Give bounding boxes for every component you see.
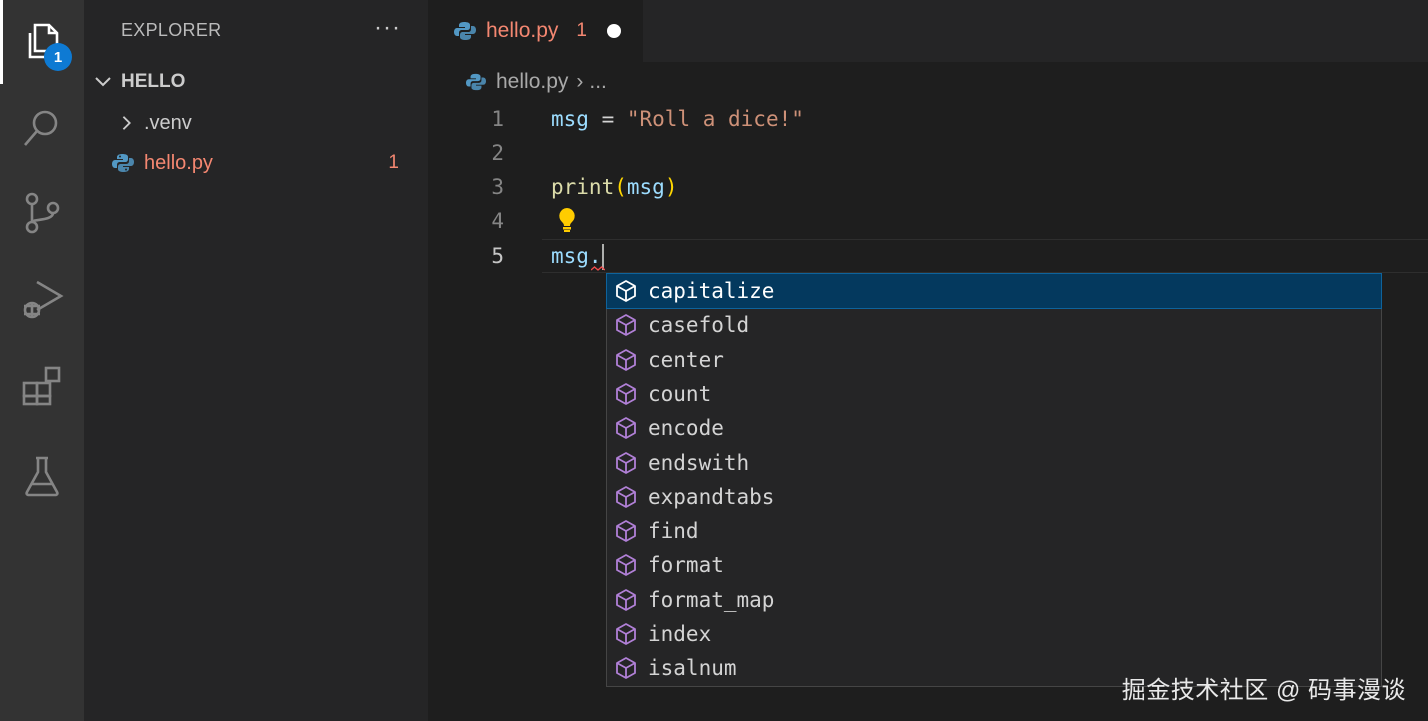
method-cube-icon <box>616 314 636 337</box>
suggestion-item[interactable]: center <box>607 343 1381 377</box>
suggestion-item[interactable]: encode <box>607 411 1381 445</box>
method-cube-icon <box>616 348 636 371</box>
tab-problem-count: 1 <box>576 20 587 41</box>
suggestion-label: center <box>648 347 724 372</box>
explorer-button[interactable]: 1 <box>0 0 84 84</box>
unsaved-dot-icon[interactable] <box>606 24 621 38</box>
line-number: 3 <box>491 175 504 199</box>
code-line: 4 <box>428 204 1428 238</box>
breadcrumb-more[interactable]: ... <box>589 70 607 94</box>
suggestion-label: count <box>648 381 712 406</box>
tree-item-label: .venv <box>144 111 192 134</box>
source-control-icon <box>25 192 60 234</box>
run-debug-button[interactable] <box>0 257 84 341</box>
chevron-right-icon <box>122 116 131 130</box>
breadcrumb-file[interactable]: hello.py <box>496 70 568 94</box>
tab-label: hello.py <box>486 19 559 42</box>
method-cube-icon <box>616 657 636 680</box>
suggestion-item[interactable]: count <box>607 377 1381 411</box>
code-line: 1 msg = "Roll a dice!" <box>428 102 1428 136</box>
folder-hello[interactable]: HELLO <box>84 62 428 102</box>
method-cube-icon <box>616 554 636 577</box>
run-debug-icon <box>23 280 64 319</box>
method-cube-icon <box>616 417 636 440</box>
tab-bar: hello.py 1 <box>428 0 1428 62</box>
suggestion-label: format_map <box>648 587 775 612</box>
search-icon <box>24 110 58 146</box>
source-control-button[interactable] <box>0 171 84 255</box>
explorer-badge: 1 <box>44 43 72 71</box>
suggestion-item[interactable]: expandtabs <box>607 480 1381 514</box>
suggestion-label: format <box>648 553 724 578</box>
method-cube-icon <box>616 485 636 508</box>
python-file-icon <box>112 154 134 172</box>
method-cube-icon <box>616 451 636 474</box>
token-paren: ( <box>614 175 627 199</box>
tree-item-label: hello.py <box>144 151 213 174</box>
method-cube-icon <box>616 623 636 645</box>
line-number: 5 <box>491 244 504 268</box>
token-variable: msg <box>551 107 589 131</box>
suggestion-item[interactable]: find <box>607 514 1381 548</box>
python-file-icon <box>454 22 476 40</box>
line-number: 4 <box>491 209 504 233</box>
token-variable: msg <box>626 175 665 199</box>
token-operator: = <box>588 107 627 131</box>
suggestion-label: endswith <box>648 450 750 475</box>
testing-button[interactable] <box>0 434 84 518</box>
python-file-icon <box>466 73 486 91</box>
method-cube-icon <box>616 520 636 542</box>
suggestion-label: expandtabs <box>648 484 775 509</box>
suggestion-label: capitalize <box>648 279 775 303</box>
extensions-button[interactable] <box>0 343 84 427</box>
token-variable: msg. <box>551 244 602 268</box>
token-paren: ) <box>664 175 678 199</box>
chevron-down-icon <box>95 77 111 87</box>
suggestion-item[interactable]: format_map <box>607 583 1381 617</box>
suggestion-label: find <box>648 519 699 544</box>
suggestion-item[interactable]: index <box>607 617 1381 651</box>
suggestion-label: isalnum <box>648 656 737 681</box>
suggestion-label: casefold <box>648 313 750 338</box>
breadcrumb: hello.py › ... <box>428 62 1428 102</box>
line-number: 2 <box>491 141 504 165</box>
explorer-sidebar: EXPLORER ··· HELLO .venv hello.py 1 <box>84 0 428 721</box>
suggestion-item[interactable]: casefold <box>607 308 1381 342</box>
tree-item-venv[interactable]: .venv <box>84 103 428 143</box>
problem-count: 1 <box>388 152 399 173</box>
code-line: 3 print(msg) <box>428 170 1428 204</box>
method-cube-icon <box>616 588 636 611</box>
tab-hello-py[interactable]: hello.py 1 <box>428 0 643 62</box>
tree-item-hello-py[interactable]: hello.py 1 <box>84 143 428 183</box>
suggestion-item-selected[interactable]: capitalize <box>606 273 1382 309</box>
extensions-icon <box>22 366 61 406</box>
suggestion-label: index <box>648 622 712 646</box>
explorer-title: EXPLORER <box>121 20 222 40</box>
code-line-current: 5 msg. <box>428 239 1428 273</box>
search-button[interactable] <box>0 86 84 170</box>
code-line: 2 <box>428 136 1428 170</box>
token-function: print <box>551 175 615 199</box>
folder-name: HELLO <box>121 71 186 92</box>
method-cube-icon <box>616 382 636 405</box>
suggestion-label: encode <box>648 416 724 441</box>
token-string: "Roll a dice!" <box>626 107 804 131</box>
suggestion-widget: capitalize casefold center count encode endsw… <box>606 273 1382 687</box>
error-squiggle <box>591 266 605 271</box>
more-actions-button[interactable]: ··· <box>374 14 401 42</box>
watermark: 掘金技术社区 @ 码事漫谈 <box>1121 677 1406 704</box>
breadcrumb-separator: › <box>576 70 584 93</box>
method-cube-icon <box>616 280 636 302</box>
lightbulb-icon[interactable] <box>556 206 578 232</box>
suggestion-item[interactable]: format <box>607 548 1381 582</box>
suggestion-item[interactable]: endswith <box>607 446 1381 480</box>
activity-bar: 1 <box>0 0 84 721</box>
flask-icon <box>25 456 59 497</box>
line-number: 1 <box>491 107 504 131</box>
current-line-highlight <box>542 239 1428 273</box>
